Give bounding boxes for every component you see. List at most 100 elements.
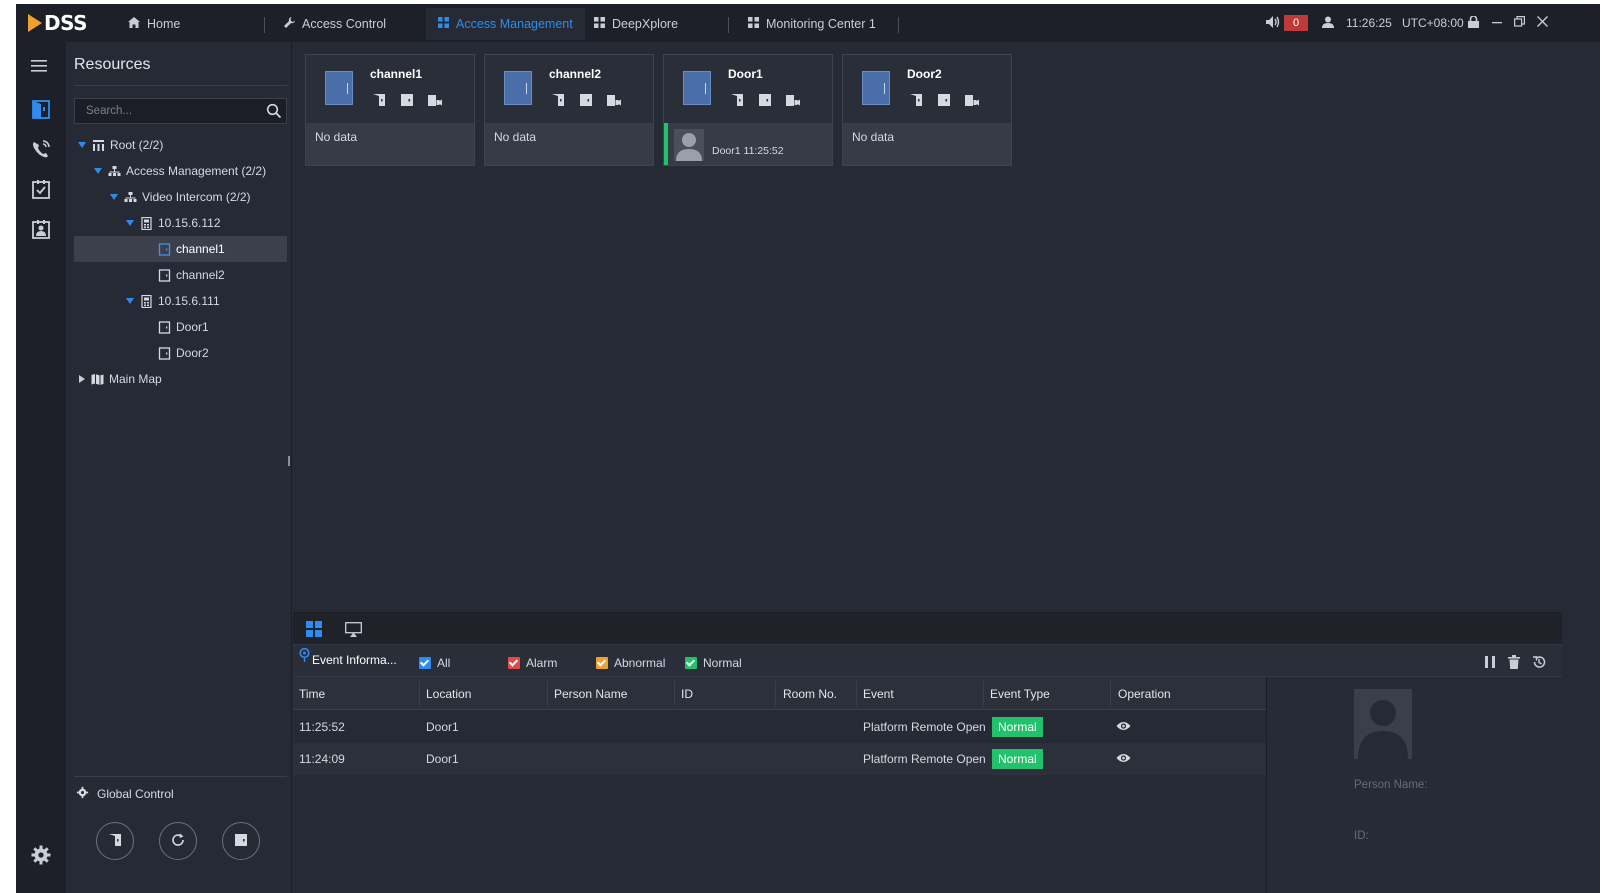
access-door-icon[interactable] [30, 98, 52, 120]
table-row[interactable]: 11:24:09 Door1 Platform Remote Open Norm… [293, 743, 1266, 775]
global-normal-mode-button[interactable] [159, 822, 197, 860]
tab-monitoring-center-label: Monitoring Center 1 [766, 17, 876, 31]
attendance-icon[interactable] [30, 178, 52, 200]
door-video-icon[interactable] [964, 93, 979, 107]
tab-access-control[interactable]: Access Control [284, 8, 386, 40]
column-divider[interactable] [547, 681, 548, 706]
tree-node-label: channel1 [176, 242, 225, 256]
door-closed-icon[interactable] [400, 93, 414, 107]
door-card-channel2[interactable]: channel2 No data [484, 54, 654, 166]
column-divider[interactable] [983, 681, 984, 706]
tab-monitoring-center[interactable]: Monitoring Center 1 [748, 8, 876, 40]
view-details-eye-icon[interactable] [1116, 752, 1131, 764]
tree-node-channel2[interactable]: channel2 [74, 262, 287, 288]
door-card-door2[interactable]: Door2 No data [842, 54, 1012, 166]
door-card-channel1[interactable]: channel1 No data [305, 54, 475, 166]
column-header-event-type[interactable]: Event Type [990, 687, 1050, 701]
expand-arrow-icon[interactable] [126, 220, 134, 226]
visitor-icon[interactable] [30, 218, 52, 240]
global-close-door-button[interactable] [222, 822, 260, 860]
column-header-id[interactable]: ID [681, 687, 693, 701]
door-card-body: No data [485, 123, 653, 165]
column-divider[interactable] [1110, 681, 1111, 706]
grid-view-icon[interactable] [306, 621, 322, 640]
tab-access-management[interactable]: Access Management [426, 8, 585, 40]
history-icon[interactable] [1532, 655, 1546, 669]
tree-node-door2[interactable]: Door2 [74, 340, 287, 366]
table-row[interactable]: 11:25:52 Door1 Platform Remote Open Norm… [293, 711, 1266, 743]
cast-screen-icon[interactable] [345, 622, 362, 640]
logo-text: DSS [44, 11, 88, 35]
tab-separator [898, 17, 899, 33]
column-header-operation[interactable]: Operation [1118, 687, 1171, 701]
door-video-icon[interactable] [606, 93, 621, 107]
column-header-person-name[interactable]: Person Name [554, 687, 627, 701]
tab-event-information[interactable]: Event Informa... [299, 647, 397, 679]
filter-alarm-checkbox[interactable]: Alarm [508, 656, 557, 670]
restore-button[interactable] [1514, 4, 1525, 42]
expand-arrow-icon[interactable] [126, 298, 134, 304]
person-photo-placeholder-icon [1354, 689, 1412, 759]
global-open-door-button[interactable] [96, 822, 134, 860]
filter-abnormal-checkbox[interactable]: Abnormal [596, 656, 665, 670]
column-divider[interactable] [775, 681, 776, 706]
column-header-event[interactable]: Event [863, 687, 894, 701]
tree-node-access-management[interactable]: Access Management (2/2) [74, 158, 287, 184]
door-open-icon[interactable] [730, 93, 744, 107]
tree-node-channel1[interactable]: channel1 [74, 236, 287, 262]
close-button[interactable] [1537, 4, 1548, 42]
panel-resize-handle[interactable] [288, 456, 290, 466]
search-icon[interactable] [266, 103, 282, 119]
user-menu[interactable] [1322, 4, 1334, 42]
tree-node-device-111[interactable]: 10.15.6.111 [74, 288, 287, 314]
door-closed-icon[interactable] [579, 93, 593, 107]
door-card-name: channel1 [370, 67, 423, 81]
tree-node-root[interactable]: Root (2/2) [74, 132, 287, 158]
settings-gear-icon[interactable] [30, 844, 52, 866]
tree-node-door1[interactable]: Door1 [74, 314, 287, 340]
intercom-call-icon[interactable] [30, 138, 52, 160]
door-card-name: Door2 [907, 67, 942, 81]
door-open-icon[interactable] [372, 93, 386, 107]
logo-mark-icon [28, 14, 42, 32]
column-divider[interactable] [856, 681, 857, 706]
tab-home[interactable]: Home [128, 8, 180, 40]
filter-all-checkbox[interactable]: All [419, 656, 450, 670]
lock-screen-button[interactable] [1468, 4, 1479, 42]
tree-node-video-intercom[interactable]: Video Intercom (2/2) [74, 184, 287, 210]
column-header-location[interactable]: Location [426, 687, 471, 701]
tree-node-main-map[interactable]: Main Map [74, 366, 287, 392]
column-header-time[interactable]: Time [299, 687, 325, 701]
door-video-icon[interactable] [785, 93, 800, 107]
door-closed-icon[interactable] [937, 93, 951, 107]
tree-node-label: Door2 [176, 346, 209, 360]
lock-icon [1468, 14, 1479, 31]
door-video-icon[interactable] [427, 93, 442, 107]
tree-node-device-112[interactable]: 10.15.6.112 [74, 210, 287, 236]
tab-deepxplore[interactable]: DeepXplore [594, 8, 678, 40]
minimize-button[interactable] [1492, 4, 1502, 42]
alarm-indicator[interactable]: 0 [1266, 4, 1308, 42]
cell-time: 11:24:09 [299, 752, 345, 766]
door-open-icon[interactable] [551, 93, 565, 107]
column-divider[interactable] [419, 681, 420, 706]
search-input[interactable] [75, 99, 255, 123]
column-header-room-no[interactable]: Room No. [783, 687, 837, 701]
filter-normal-checkbox[interactable]: Normal [685, 656, 742, 670]
pause-icon[interactable] [1484, 655, 1498, 669]
collapse-arrow-icon[interactable] [79, 375, 85, 383]
door-closed-icon[interactable] [758, 93, 772, 107]
door-card-door1[interactable]: Door1 Door1 11:25:52 [663, 54, 833, 166]
expand-arrow-icon[interactable] [110, 194, 118, 200]
view-details-eye-icon[interactable] [1116, 720, 1131, 732]
door-card-last-event: Door1 11:25:52 [712, 145, 784, 157]
user-icon [1322, 16, 1334, 31]
door-open-icon[interactable] [909, 93, 923, 107]
menu-icon[interactable] [30, 58, 52, 80]
trash-icon[interactable] [1508, 655, 1522, 669]
expand-arrow-icon[interactable] [78, 142, 86, 148]
expand-arrow-icon[interactable] [94, 168, 102, 174]
dss-logo[interactable]: DSS [28, 10, 88, 36]
tree-node-label: Door1 [176, 320, 209, 334]
column-divider[interactable] [674, 681, 675, 706]
